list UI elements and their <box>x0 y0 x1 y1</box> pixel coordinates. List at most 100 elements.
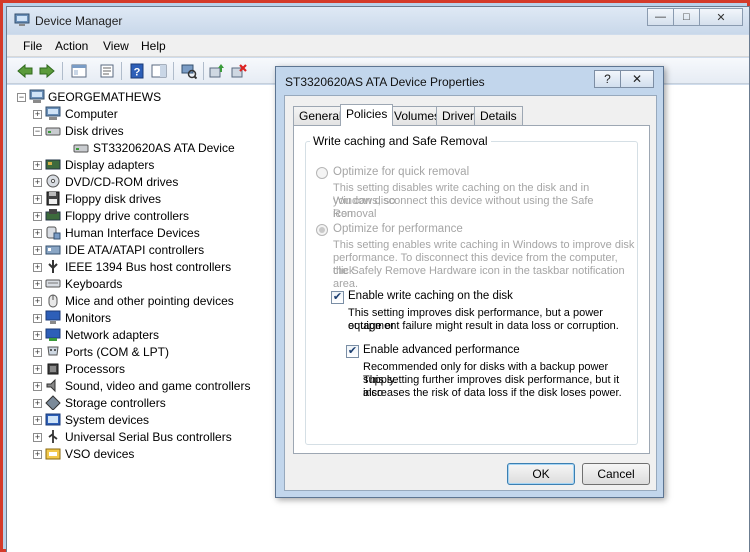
expand-icon[interactable]: + <box>33 161 42 170</box>
dialog-title: ST3320620AS ATA Device Properties <box>285 75 485 89</box>
toolbar-separator <box>62 62 63 80</box>
tree-item-label: IEEE 1394 Bus host controllers <box>65 260 232 274</box>
advanced-performance-checkbox[interactable]: ✔ <box>346 345 359 358</box>
expand-icon[interactable]: + <box>33 280 42 289</box>
screen-frame: Device Manager — □ ✕ File Action View He… <box>0 0 750 552</box>
expand-icon[interactable]: + <box>33 450 42 459</box>
menu-file[interactable]: File <box>23 39 42 53</box>
show-hide-tree-icon[interactable] <box>69 61 89 81</box>
tab-details[interactable]: Details <box>474 106 523 125</box>
tree-item-label: Storage controllers <box>65 396 166 410</box>
scan-hardware-icon[interactable] <box>179 61 199 81</box>
processor-icon <box>47 363 59 375</box>
tree-item-label: IDE ATA/ATAPI controllers <box>65 243 205 257</box>
write-caching-desc-2: equipment failure might result in data l… <box>348 320 619 332</box>
system-device-icon <box>45 413 61 426</box>
toolbar-separator <box>203 62 204 80</box>
tree-root-label: GEORGEMATHEWS <box>48 90 162 104</box>
cancel-button[interactable]: Cancel <box>582 463 650 485</box>
device-manager-icon <box>14 13 30 26</box>
expand-icon[interactable]: + <box>33 178 42 187</box>
performance-label: Optimize for performance <box>333 223 463 235</box>
action-pane-icon[interactable] <box>149 61 169 81</box>
computer-icon <box>45 106 61 120</box>
tree-item-label: Disk drives <box>65 124 124 138</box>
expand-icon[interactable]: + <box>33 212 42 221</box>
performance-desc-3: the Safely Remove Hardware icon in the t… <box>333 265 625 290</box>
floppy-drive-icon <box>46 191 60 206</box>
keyboard-icon <box>45 279 61 288</box>
expand-icon[interactable]: + <box>33 416 42 425</box>
performance-desc-1: This setting enables write caching in Wi… <box>333 239 635 251</box>
quick-removal-desc-2: you can disconnect this device without u… <box>333 195 594 220</box>
tree-item-label: Floppy drive controllers <box>65 209 190 223</box>
quick-removal-label: Optimize for quick removal <box>333 166 470 178</box>
dialog-help-button[interactable]: ? <box>594 70 621 88</box>
ieee1394-icon <box>48 260 58 273</box>
maximize-button[interactable]: □ <box>673 8 700 26</box>
expand-icon[interactable]: + <box>33 433 42 442</box>
tree-item-label: Monitors <box>65 311 112 325</box>
properties-icon[interactable] <box>97 61 117 81</box>
forward-icon[interactable] <box>37 61 57 81</box>
disk-drive-icon <box>45 127 61 136</box>
tree-item-label: Human Interface Devices <box>65 226 200 240</box>
write-caching-checkbox[interactable]: ✔ <box>331 291 344 304</box>
tree-item-label: Keyboards <box>65 277 123 291</box>
help-icon: ? <box>604 72 611 86</box>
expand-icon[interactable]: + <box>33 348 42 357</box>
expand-icon[interactable]: + <box>33 297 42 306</box>
close-button[interactable]: ✕ <box>699 8 743 26</box>
expand-icon[interactable]: + <box>33 246 42 255</box>
advanced-performance-desc-3: increases the risk of data loss if the d… <box>363 387 622 399</box>
tree-item-label: Sound, video and game controllers <box>65 379 251 393</box>
menu-help[interactable]: Help <box>141 39 166 53</box>
minimize-button[interactable]: — <box>647 8 674 26</box>
expand-icon[interactable]: + <box>33 314 42 323</box>
port-icon <box>47 346 59 356</box>
menu-action[interactable]: Action <box>55 39 88 53</box>
tree-item-label: Display adapters <box>65 158 155 172</box>
expand-icon[interactable]: + <box>33 195 42 204</box>
caption-buttons: — □ ✕ <box>647 8 743 26</box>
collapse-icon[interactable]: − <box>17 93 26 102</box>
mouse-icon <box>48 294 58 308</box>
tree-item-label: System devices <box>65 413 150 427</box>
expand-icon[interactable]: + <box>33 263 42 272</box>
tree-item-label: Network adapters <box>65 328 160 342</box>
maximize-icon: □ <box>683 11 690 23</box>
network-adapter-icon <box>45 328 61 341</box>
title-bar[interactable]: Device Manager — □ ✕ <box>7 7 749 34</box>
back-icon[interactable] <box>15 61 35 81</box>
help-icon[interactable]: ? <box>127 61 147 81</box>
expand-icon[interactable]: + <box>33 382 42 391</box>
collapse-icon[interactable]: − <box>33 127 42 136</box>
floppy-controller-icon <box>45 209 61 221</box>
ide-controller-icon <box>45 245 61 255</box>
tab-policies[interactable]: Policies <box>340 104 394 126</box>
disk-drive-icon <box>73 144 89 153</box>
vso-device-icon <box>45 448 61 460</box>
toolbar-separator <box>121 62 122 80</box>
hid-icon <box>46 226 61 240</box>
dialog-body: General Policies Volumes Driver Details … <box>284 95 657 491</box>
quick-removal-radio[interactable] <box>316 167 328 179</box>
storage-controller-icon <box>45 395 61 410</box>
ok-button[interactable]: OK <box>507 463 575 485</box>
group-title: Write caching and Safe Removal <box>310 134 491 148</box>
sound-icon <box>46 378 56 393</box>
expand-icon[interactable]: + <box>33 365 42 374</box>
minimize-icon: — <box>655 11 666 23</box>
expand-icon[interactable]: + <box>33 110 42 119</box>
update-driver-icon[interactable] <box>207 61 227 81</box>
expand-icon[interactable]: + <box>33 229 42 238</box>
write-caching-label: Enable write caching on the disk <box>348 290 513 302</box>
tree-item-label: DVD/CD-ROM drives <box>65 175 179 189</box>
uninstall-icon[interactable] <box>229 61 249 81</box>
dialog-close-button[interactable]: ✕ <box>620 70 654 88</box>
expand-icon[interactable]: + <box>33 331 42 340</box>
menu-view[interactable]: View <box>103 39 129 53</box>
expand-icon[interactable]: + <box>33 399 42 408</box>
advanced-performance-label: Enable advanced performance <box>363 344 520 356</box>
performance-radio[interactable] <box>316 224 328 236</box>
